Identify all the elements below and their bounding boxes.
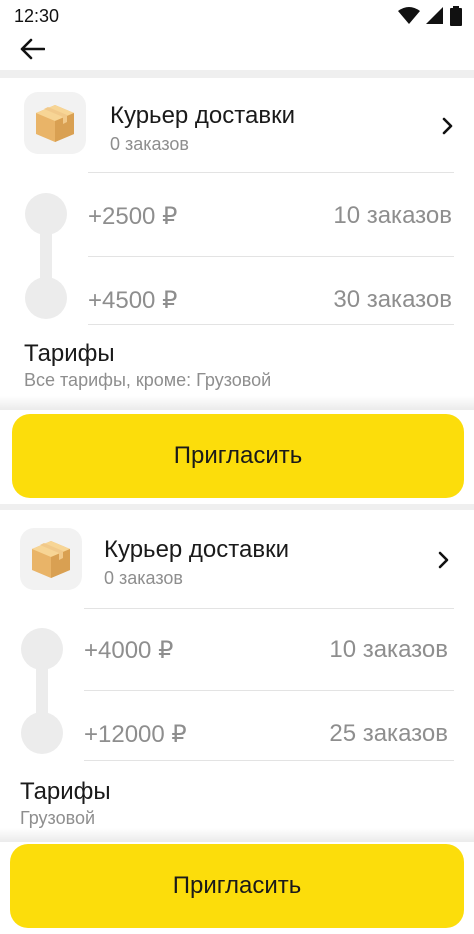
- tier-orders-count: 25 заказов: [329, 720, 448, 747]
- offer-card: Курьер доставки 0 заказов +4000 ₽ 10 зак…: [0, 512, 474, 934]
- tariffs-label: Тарифы: [20, 778, 111, 805]
- status-time: 12:30: [14, 6, 60, 26]
- cellular-icon: [426, 7, 444, 30]
- package-box-icon: [24, 92, 86, 154]
- section-separator: [0, 504, 474, 510]
- divider: [88, 324, 454, 325]
- timeline-dot: [25, 277, 67, 319]
- tariffs-label: Тарифы: [24, 340, 115, 367]
- card-header[interactable]: Курьер доставки 0 заказов: [0, 512, 474, 592]
- divider: [84, 608, 454, 609]
- tier-bonus-amount: +12000 ₽: [84, 721, 187, 748]
- card-title: Курьер доставки: [110, 102, 296, 129]
- package-box-icon: [20, 528, 82, 590]
- divider: [84, 760, 454, 761]
- invite-button[interactable]: Пригласить: [10, 844, 464, 928]
- tariffs-value: Грузовой: [20, 808, 96, 828]
- tier-bonus-amount: +2500 ₽: [88, 203, 178, 230]
- tier-orders-count: 10 заказов: [329, 636, 448, 663]
- back-button[interactable]: [16, 36, 48, 66]
- timeline-dot: [21, 712, 63, 754]
- tier-orders-count: 10 заказов: [333, 202, 452, 229]
- divider: [88, 172, 454, 173]
- chevron-right-icon: [438, 114, 458, 138]
- divider: [84, 690, 454, 691]
- tier-orders-count: 30 заказов: [333, 286, 452, 313]
- divider: [88, 256, 454, 257]
- status-bar: 12:30: [0, 0, 474, 30]
- status-icons: [398, 6, 462, 31]
- card-orders-count: 0 заказов: [104, 568, 183, 588]
- timeline-dot: [25, 193, 67, 235]
- invite-button[interactable]: Пригласить: [12, 414, 464, 498]
- scroll-fade: [0, 396, 474, 410]
- tier-bonus-amount: +4500 ₽: [88, 287, 178, 314]
- card-header[interactable]: Курьер доставки 0 заказов: [0, 78, 474, 158]
- battery-icon: [450, 6, 462, 31]
- tariffs-value: Все тарифы, кроме: Грузовой: [24, 370, 272, 390]
- section-separator: [0, 70, 474, 78]
- chevron-right-icon: [434, 548, 454, 572]
- card-title: Курьер доставки: [104, 536, 290, 563]
- wifi-icon: [398, 7, 420, 30]
- scroll-fade: [0, 828, 474, 842]
- arrow-left-icon: [19, 38, 46, 65]
- tier-bonus-amount: +4000 ₽: [84, 637, 174, 664]
- offer-card: Курьер доставки 0 заказов +2500 ₽ 10 зак…: [0, 78, 474, 498]
- card-orders-count: 0 заказов: [110, 134, 189, 154]
- app-bar: [0, 30, 474, 70]
- screen: 12:30 Курьер доставки 0 заказов +2500 ₽ …: [0, 0, 474, 934]
- timeline-dot: [21, 628, 63, 670]
